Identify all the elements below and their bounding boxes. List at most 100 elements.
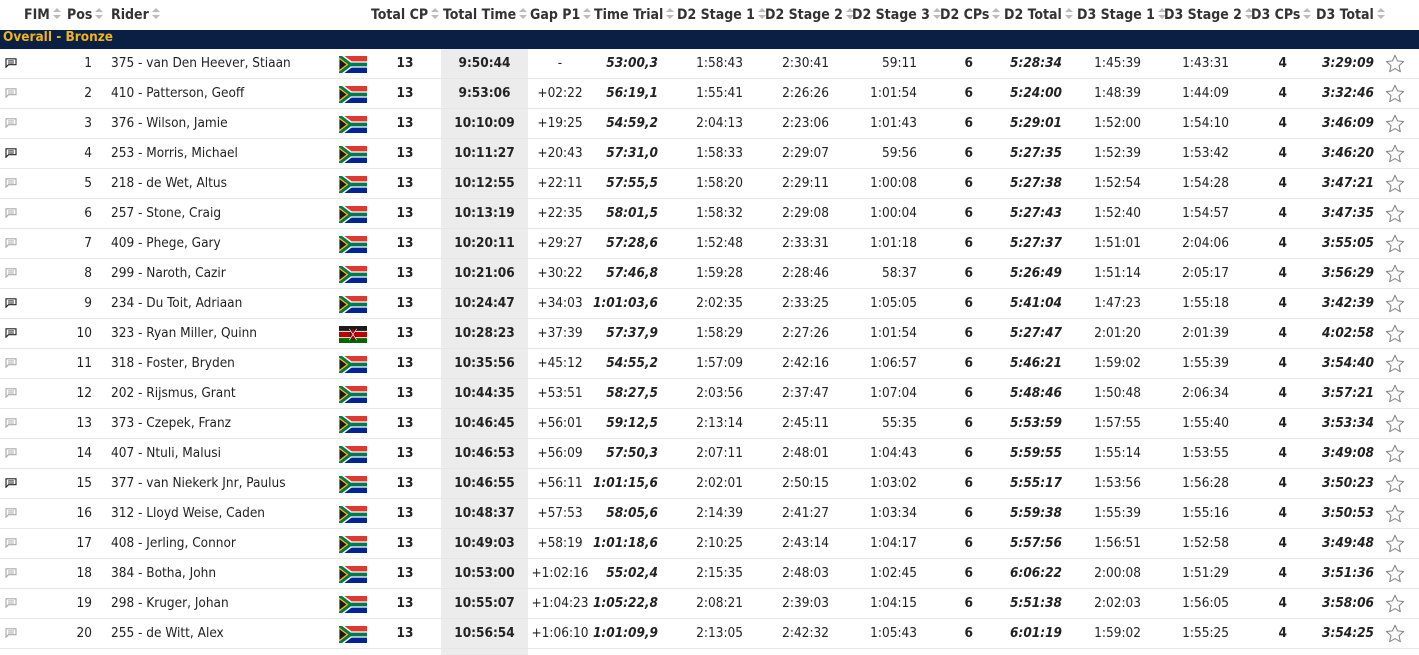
star-outline-icon[interactable]: [1384, 143, 1406, 165]
table-row[interactable]: 14 407 - Ntuli, Malusi 13 10:46:53 +56:09 57:…: [0, 439, 1419, 469]
star-outline-icon[interactable]: [1384, 563, 1406, 585]
table-row[interactable]: 10 323 - Ryan Miller, Quinn 13 10:28:23 +37:…: [0, 319, 1419, 349]
cell-rider[interactable]: 218 - de Wet, Altus: [111, 169, 336, 198]
cell-rider[interactable]: 202 - Rijsmus, Grant: [111, 379, 336, 408]
comment-icon[interactable]: [4, 538, 18, 548]
header-time-trial[interactable]: Time Trial: [594, 7, 675, 23]
cell-rider[interactable]: 409 - Phege, Gary: [111, 229, 336, 258]
comment-icon[interactable]: [4, 628, 18, 638]
header-rider[interactable]: Rider: [111, 7, 160, 23]
header-d2-stage1[interactable]: D2 Stage 1: [677, 7, 766, 23]
table-row[interactable]: 20 255 - de Witt, Alex 13 10:56:54 +1:06:10 1…: [0, 619, 1419, 649]
table-row[interactable]: 19 298 - Kruger, Johan 13 10:55:07 +1:04:23 1…: [0, 589, 1419, 619]
table-row[interactable]: 17 408 - Jerling, Connor 13 10:49:03 +58:19 1…: [0, 529, 1419, 559]
cell-rider[interactable]: 257 - Stone, Craig: [111, 199, 336, 228]
star-outline-icon[interactable]: [1384, 263, 1406, 285]
cell-rider[interactable]: 255 - de Witt, Alex: [111, 619, 336, 648]
comment-icon[interactable]: [4, 508, 18, 518]
cell-rider[interactable]: 410 - Patterson, Geoff: [111, 79, 336, 108]
sort-arrows-icon[interactable]: [151, 8, 160, 20]
cell-rider[interactable]: 299 - Naroth, Cazir: [111, 259, 336, 288]
cell-rider[interactable]: 408 - Jerling, Connor: [111, 529, 336, 558]
header-fim[interactable]: FIM: [24, 7, 61, 23]
sort-arrows-icon[interactable]: [52, 8, 61, 20]
table-row[interactable]: 8 299 - Naroth, Cazir 13 10:21:06 +30:22 57:4…: [0, 259, 1419, 289]
star-outline-icon[interactable]: [1384, 383, 1406, 405]
cell-rider[interactable]: 298 - Kruger, Johan: [111, 589, 336, 618]
cell-rider[interactable]: 376 - Wilson, Jamie: [111, 109, 336, 138]
comment-icon[interactable]: [4, 478, 18, 488]
table-row[interactable]: 12 202 - Rijsmus, Grant 13 10:44:35 +53:51 58…: [0, 379, 1419, 409]
header-d3-cps[interactable]: D3 CPs: [1251, 7, 1312, 23]
star-outline-icon[interactable]: [1384, 233, 1406, 255]
comment-icon[interactable]: [4, 328, 18, 338]
comment-icon[interactable]: [4, 238, 18, 248]
table-row[interactable]: 15 377 - van Niekerk Jnr, Paulus 13 10:46:5…: [0, 469, 1419, 499]
sort-arrows-icon[interactable]: [1376, 8, 1385, 20]
header-d2-stage2[interactable]: D2 Stage 2: [765, 7, 854, 23]
star-outline-icon[interactable]: [1384, 593, 1406, 615]
star-outline-icon[interactable]: [1384, 113, 1406, 135]
comment-icon[interactable]: [4, 568, 18, 578]
table-row[interactable]: 11 318 - Foster, Bryden 13 10:35:56 +45:12 54…: [0, 349, 1419, 379]
star-outline-icon[interactable]: [1384, 623, 1406, 645]
star-outline-icon[interactable]: [1384, 83, 1406, 105]
star-outline-icon[interactable]: [1384, 293, 1406, 315]
header-d2-stage3[interactable]: D2 Stage 3: [852, 7, 941, 23]
cell-rider[interactable]: 384 - Botha, John: [111, 559, 336, 588]
comment-icon[interactable]: [4, 418, 18, 428]
cell-rider[interactable]: 234 - Du Toit, Adriaan: [111, 289, 336, 318]
sort-arrows-icon[interactable]: [583, 8, 592, 20]
sort-arrows-icon[interactable]: [1303, 8, 1312, 20]
cell-rider[interactable]: 312 - Lloyd Weise, Caden: [111, 499, 336, 528]
table-row[interactable]: 1 375 - van Den Heever, Stiaan 13 9:50:44 - 5…: [0, 49, 1419, 79]
comment-icon[interactable]: [4, 598, 18, 608]
cell-rider[interactable]: 377 - van Niekerk Jnr, Paulus: [111, 469, 336, 498]
cell-rider[interactable]: 373 - Czepek, Franz: [111, 409, 336, 438]
comment-icon[interactable]: [4, 178, 18, 188]
cell-rider[interactable]: 323 - Ryan Miller, Quinn: [111, 319, 336, 348]
cell-rider[interactable]: 407 - Ntuli, Malusi: [111, 439, 336, 468]
table-row[interactable]: 9 234 - Du Toit, Adriaan 13 10:24:47 +34:03 1…: [0, 289, 1419, 319]
star-outline-icon[interactable]: [1384, 503, 1406, 525]
header-total-time[interactable]: Total Time: [443, 7, 528, 23]
cell-rider[interactable]: 253 - Morris, Michael: [111, 139, 336, 168]
table-row[interactable]: 16 312 - Lloyd Weise, Caden 13 10:48:37 +57:…: [0, 499, 1419, 529]
star-outline-icon[interactable]: [1384, 473, 1406, 495]
table-row[interactable]: 3 376 - Wilson, Jamie 13 10:10:09 +19:25 54:5…: [0, 109, 1419, 139]
table-row[interactable]: 4 253 - Morris, Michael 13 10:11:27 +20:43 57…: [0, 139, 1419, 169]
header-d2-cps[interactable]: D2 CPs: [940, 7, 1001, 23]
sort-arrows-icon[interactable]: [1064, 8, 1073, 20]
star-outline-icon[interactable]: [1384, 173, 1406, 195]
sort-arrows-icon[interactable]: [431, 8, 440, 20]
sort-arrows-icon[interactable]: [992, 8, 1001, 20]
header-pos[interactable]: Pos: [67, 7, 104, 23]
table-row[interactable]: 13 373 - Czepek, Franz 13 10:46:45 +56:01 59:…: [0, 409, 1419, 439]
header-d3-stage2[interactable]: D3 Stage 2: [1164, 7, 1253, 23]
star-outline-icon[interactable]: [1384, 203, 1406, 225]
table-row[interactable]: 6 257 - Stone, Craig 13 10:13:19 +22:35 58:01…: [0, 199, 1419, 229]
table-row[interactable]: 5 218 - de Wet, Altus 13 10:12:55 +22:11 57:5…: [0, 169, 1419, 199]
star-outline-icon[interactable]: [1384, 323, 1406, 345]
star-outline-icon[interactable]: [1384, 53, 1406, 75]
header-gap-p1[interactable]: Gap P1: [530, 7, 592, 23]
comment-icon[interactable]: [4, 58, 18, 68]
header-d3-total[interactable]: D3 Total: [1316, 7, 1385, 23]
sort-arrows-icon[interactable]: [519, 8, 528, 20]
star-outline-icon[interactable]: [1384, 413, 1406, 435]
star-outline-icon[interactable]: [1384, 533, 1406, 555]
cell-rider[interactable]: 375 - van Den Heever, Stiaan: [111, 49, 336, 78]
star-outline-icon[interactable]: [1384, 353, 1406, 375]
comment-icon[interactable]: [4, 448, 18, 458]
sort-arrows-icon[interactable]: [95, 8, 104, 20]
comment-icon[interactable]: [4, 118, 18, 128]
cell-rider[interactable]: 318 - Foster, Bryden: [111, 349, 336, 378]
comment-icon[interactable]: [4, 298, 18, 308]
sort-arrows-icon[interactable]: [666, 8, 675, 20]
comment-icon[interactable]: [4, 208, 18, 218]
header-total-cp[interactable]: Total CP: [371, 7, 440, 23]
table-row[interactable]: 18 384 - Botha, John 13 10:53:00 +1:02:16 55:…: [0, 559, 1419, 589]
comment-icon[interactable]: [4, 388, 18, 398]
table-row[interactable]: 7 409 - Phege, Gary 13 10:20:11 +29:27 57:28,…: [0, 229, 1419, 259]
comment-icon[interactable]: [4, 88, 18, 98]
